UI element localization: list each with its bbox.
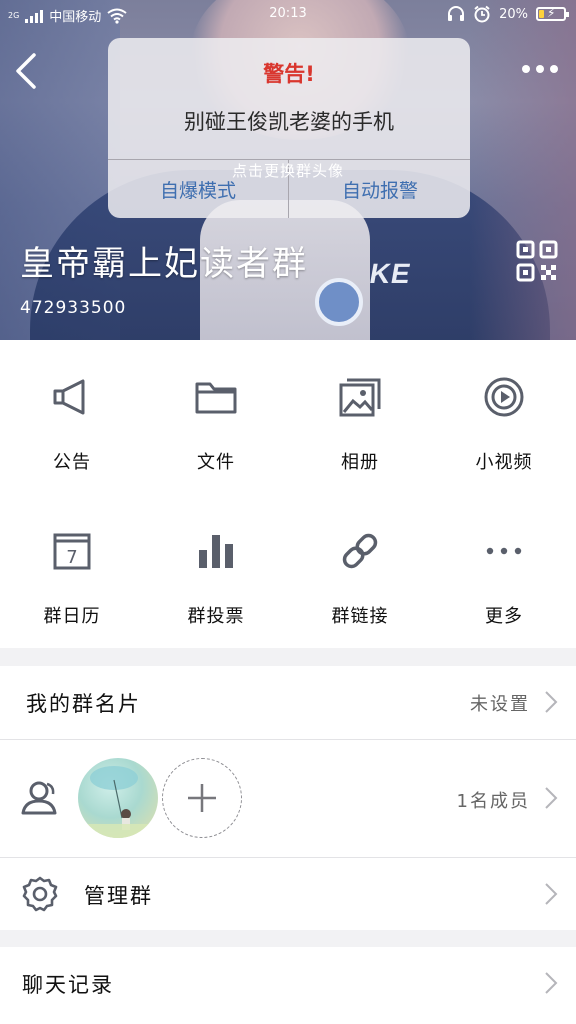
feature-label: 小视频 <box>475 452 533 473</box>
megaphone-icon <box>53 379 85 415</box>
warning-title: 警告! <box>263 62 315 86</box>
chevron-right-icon <box>545 972 558 994</box>
calendar-icon: 7 <box>53 533 91 570</box>
calendar-day: 7 <box>66 547 77 568</box>
my-group-card-row[interactable]: 我的群名片 未设置 <box>0 666 576 739</box>
member-avatar[interactable] <box>78 758 158 838</box>
dot-icon <box>522 65 530 73</box>
gear-icon <box>22 876 58 912</box>
chevron-right-icon <box>545 787 558 809</box>
add-member-button[interactable] <box>162 758 242 838</box>
vote-chart-icon <box>199 535 233 568</box>
feature-group-vote[interactable]: 群投票 <box>144 494 288 648</box>
warning-message: 别碰王俊凯老婆的手机 <box>184 110 394 134</box>
qr-code-icon[interactable] <box>516 240 558 282</box>
row-value: 未设置 <box>470 694 530 715</box>
dot-icon <box>536 65 544 73</box>
group-members-row[interactable]: 1名成员 <box>0 740 576 857</box>
alarm-icon <box>474 5 490 23</box>
group-id: 472933500 <box>20 298 127 318</box>
row-label: 聊天记录 <box>22 973 114 997</box>
battery-percent: 20% <box>499 6 528 22</box>
plus-icon <box>187 783 216 812</box>
warning-dialog-image: 警告! 别碰王俊凯老婆的手机 自爆模式 自动报警 <box>108 38 470 218</box>
feature-label: 公告 <box>53 452 91 473</box>
manage-group-row[interactable]: 管理群 <box>0 858 576 930</box>
group-name: 皇帝霸上妃读者群 <box>20 244 308 284</box>
feature-label: 群日历 <box>43 606 101 627</box>
change-avatar-hint[interactable]: 点击更换群头像 <box>0 160 576 181</box>
feature-group-link[interactable]: 群链接 <box>288 494 432 648</box>
more-menu-button[interactable] <box>522 60 562 78</box>
row-label: 我的群名片 <box>26 692 141 716</box>
header-photo-badge <box>315 278 363 326</box>
feature-more[interactable]: 更多 <box>432 494 576 648</box>
feature-label: 群链接 <box>331 606 389 627</box>
group-header: KE 2G 中国移动 20:13 20% ⚡ 警告! 别碰王俊凯老婆的手机 自爆… <box>0 0 576 340</box>
chevron-right-icon <box>545 691 558 713</box>
status-bar: 2G 中国移动 20:13 20% ⚡ <box>0 0 576 30</box>
feature-announcement[interactable]: 公告 <box>0 340 144 494</box>
row-label: 管理群 <box>84 884 153 908</box>
feature-files[interactable]: 文件 <box>144 340 288 494</box>
headphone-icon <box>448 6 465 21</box>
back-arrow-icon[interactable] <box>12 52 42 90</box>
feature-label: 文件 <box>197 452 235 473</box>
chat-history-row[interactable]: 聊天记录 <box>0 947 576 1024</box>
video-icon <box>484 377 524 417</box>
feature-short-video[interactable]: 小视频 <box>432 340 576 494</box>
feature-label: 更多 <box>485 606 523 627</box>
avatar-illustration <box>78 766 158 838</box>
header-photo-text: KE <box>367 258 414 289</box>
battery-icon: ⚡ <box>536 6 569 21</box>
album-icon <box>339 378 381 417</box>
member-count: 1名成员 <box>456 791 530 812</box>
link-icon <box>342 533 378 569</box>
dot-icon <box>550 65 558 73</box>
feature-group-calendar[interactable]: 7 群日历 <box>0 494 144 648</box>
more-dots-icon <box>486 547 522 555</box>
folder-icon <box>195 382 237 414</box>
feature-label: 相册 <box>341 452 379 473</box>
feature-label: 群投票 <box>187 606 245 627</box>
members-icon <box>21 781 57 815</box>
feature-grid: 公告 文件 相册 小视频 7 群日历 群投票 群链接 更多 <box>0 340 576 648</box>
chevron-right-icon <box>545 883 558 905</box>
feature-album[interactable]: 相册 <box>288 340 432 494</box>
